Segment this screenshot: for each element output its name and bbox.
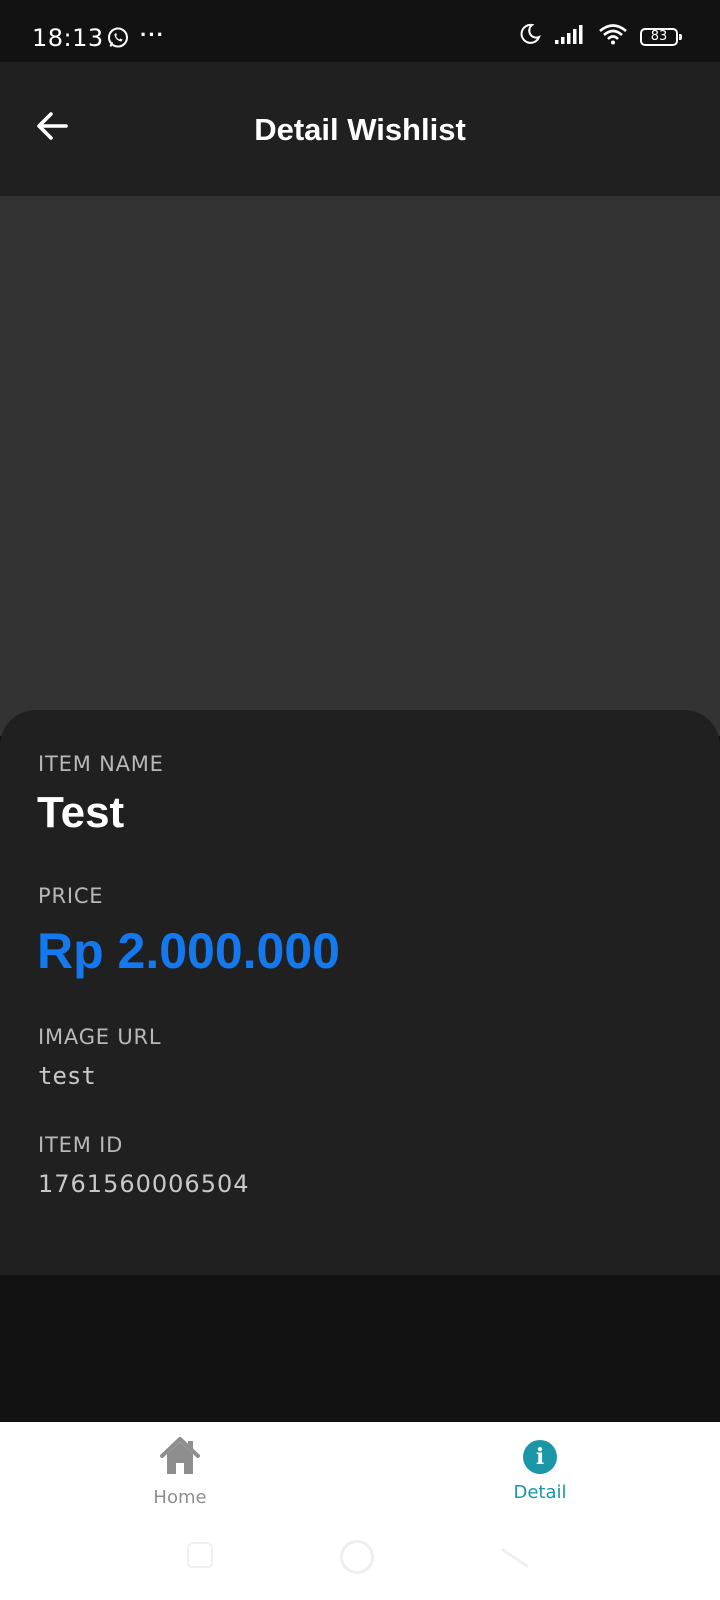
item-id-label: ITEM ID — [38, 1133, 124, 1157]
price-value: Rp 2.000.000 — [37, 923, 340, 979]
item-name-label: ITEM NAME — [38, 752, 164, 776]
page-title: Detail Wishlist — [254, 112, 466, 147]
home-system-button[interactable] — [340, 1540, 374, 1574]
nav-item-home[interactable]: Home — [100, 1436, 260, 1508]
item-name-value: Test — [37, 788, 125, 837]
status-icons: 83 — [518, 22, 682, 51]
image-url-value: test — [38, 1062, 96, 1090]
bottom-nav: Home i Detail — [0, 1422, 720, 1530]
app-bar: Detail Wishlist — [0, 62, 720, 196]
item-id-value: 1761560006504 — [38, 1170, 250, 1198]
more-notifications-icon: ··· — [140, 22, 165, 47]
signal-icon — [554, 23, 586, 50]
detail-card: ITEM NAME Test PRICE Rp 2.000.000 IMAGE … — [0, 710, 720, 1275]
price-label: PRICE — [38, 884, 104, 908]
recents-button[interactable] — [187, 1542, 213, 1568]
item-image — [0, 196, 720, 736]
wifi-icon — [598, 22, 628, 51]
system-nav-bar — [0, 1530, 720, 1600]
battery-icon: 83 — [640, 27, 682, 46]
back-system-button[interactable] — [497, 1538, 533, 1574]
info-icon: i — [523, 1440, 557, 1474]
whatsapp-icon — [106, 26, 130, 50]
image-url-label: IMAGE URL — [38, 1025, 162, 1049]
nav-item-detail[interactable]: i Detail — [460, 1436, 620, 1503]
nav-label-home: Home — [153, 1487, 207, 1508]
nav-label-detail: Detail — [513, 1482, 567, 1503]
status-bar: 18:13 ··· 83 — [0, 0, 720, 62]
status-time: 18:13 — [32, 24, 104, 52]
moon-icon — [518, 22, 542, 51]
home-icon — [159, 1436, 201, 1481]
